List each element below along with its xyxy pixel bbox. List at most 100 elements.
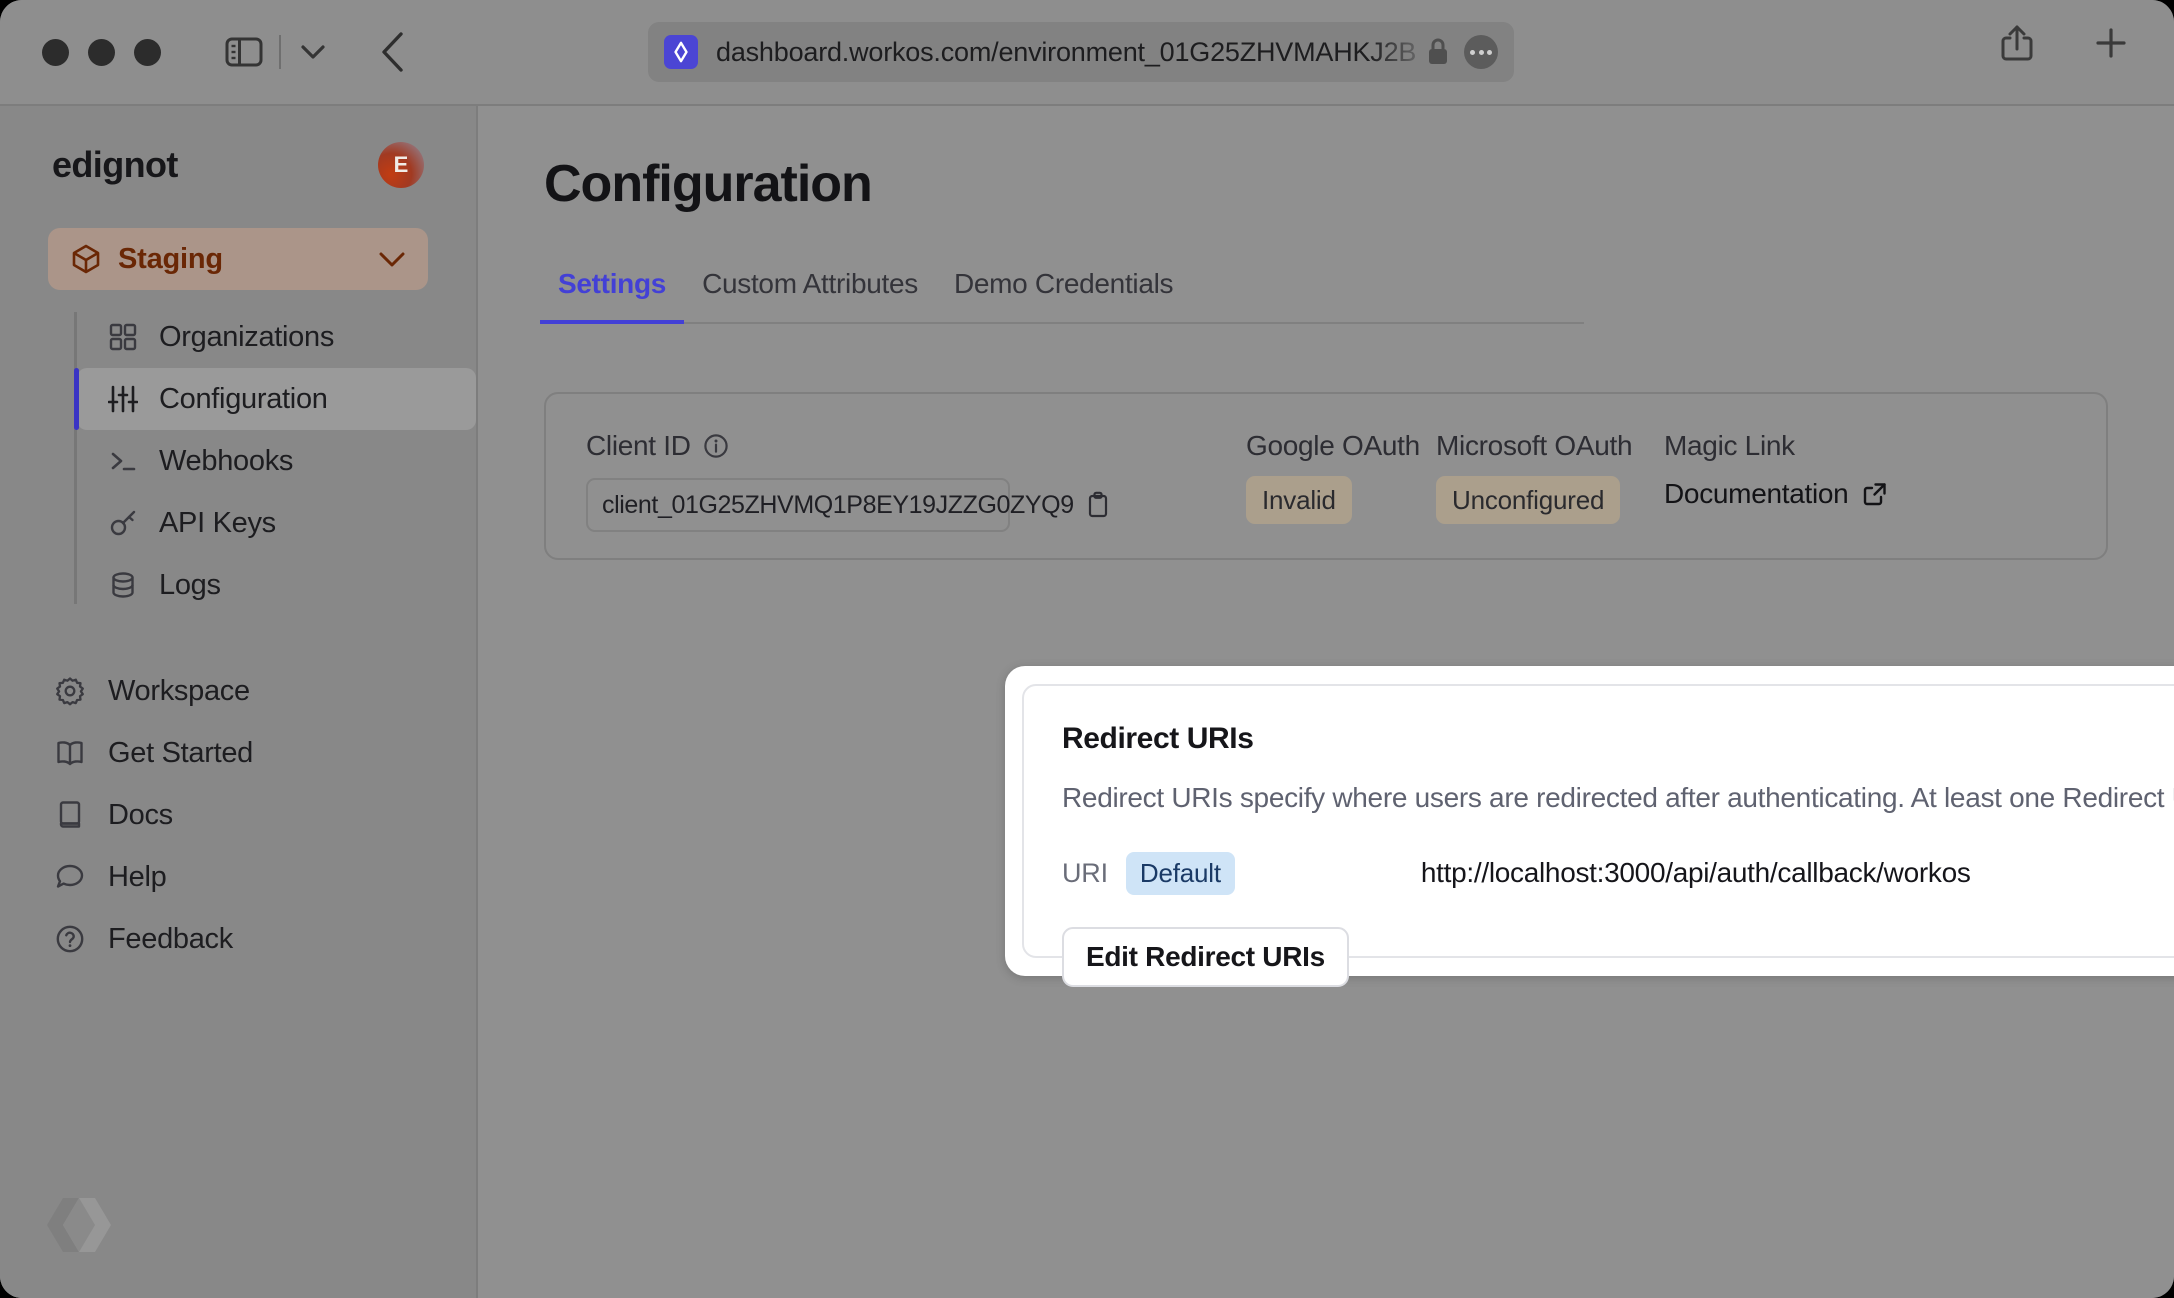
close-window-button[interactable] — [42, 39, 69, 66]
external-link-icon — [1862, 481, 1888, 507]
tab-custom-attributes[interactable]: Custom Attributes — [684, 268, 936, 322]
uri-label: URI — [1062, 858, 1108, 889]
toolbar-right-actions — [1992, 18, 2136, 68]
sidebar-item-feedback[interactable]: Feedback — [44, 908, 476, 970]
magic-link-field: Magic Link Documentation — [1664, 430, 1888, 510]
sidebar-toggle-icon[interactable] — [221, 29, 267, 75]
magic-link-label: Magic Link — [1664, 430, 1888, 462]
sidebar-item-webhooks[interactable]: Webhooks — [77, 430, 476, 492]
sidebar-item-label: Organizations — [159, 321, 334, 354]
google-oauth-field: Google OAuth Invalid — [1246, 430, 1436, 524]
share-icon[interactable] — [1992, 18, 2042, 68]
browser-window: dashboard.workos.com/environment_01G25ZH… — [0, 0, 2174, 1298]
toolbar-divider — [279, 35, 281, 69]
sidebar-item-label: Feedback — [108, 923, 233, 956]
client-id-label-row: Client ID — [586, 430, 1246, 462]
chevron-down-icon — [378, 251, 406, 268]
sidebar-toggle-group — [221, 29, 333, 75]
google-oauth-status-badge: Invalid — [1246, 476, 1352, 524]
sidebar-item-label: Help — [108, 861, 166, 894]
database-icon — [107, 569, 139, 601]
magic-link-documentation-link[interactable]: Documentation — [1664, 478, 1888, 510]
terminal-icon — [107, 445, 139, 477]
tab-label: Custom Attributes — [702, 268, 918, 299]
sidebar: edignot E Staging — [0, 104, 478, 1298]
clipboard-icon[interactable] — [1086, 491, 1110, 519]
sidebar-item-configuration[interactable]: Configuration — [77, 368, 476, 430]
microsoft-oauth-field: Microsoft OAuth Unconfigured — [1436, 430, 1664, 524]
tab-demo-credentials[interactable]: Demo Credentials — [936, 268, 1191, 322]
zoom-window-button[interactable] — [134, 39, 161, 66]
chat-bubble-icon — [54, 861, 86, 893]
edit-redirect-uris-button[interactable]: Edit Redirect URIs — [1062, 927, 1349, 987]
uri-default-badge: Default — [1126, 852, 1235, 895]
page-content: edignot E Staging — [0, 104, 2174, 1298]
sidebar-item-docs[interactable]: Docs — [44, 784, 476, 846]
sidebar-item-help[interactable]: Help — [44, 846, 476, 908]
client-id-value: client_01G25ZHVMQ1P8EY19JZZG0ZYQ9 — [602, 491, 1074, 520]
chevron-down-icon[interactable] — [293, 32, 333, 72]
documentation-label: Documentation — [1664, 478, 1848, 510]
info-icon[interactable] — [703, 433, 729, 459]
lock-icon — [1426, 37, 1450, 67]
main-content: Configuration Settings Custom Attributes… — [478, 104, 2174, 1298]
key-icon — [107, 507, 139, 539]
question-circle-icon — [54, 923, 86, 955]
more-dot — [1487, 50, 1492, 55]
more-dot — [1479, 50, 1484, 55]
minimize-window-button[interactable] — [88, 39, 115, 66]
client-id-field: Client ID client_01G25ZHVMQ1P8EY19JZZG0Z… — [586, 430, 1246, 532]
sidebar-item-label: Webhooks — [159, 445, 293, 478]
sidebar-item-get-started[interactable]: Get Started — [44, 722, 476, 784]
workos-logo-icon — [46, 1194, 112, 1256]
environment-selector[interactable]: Staging — [48, 228, 428, 290]
more-dot — [1470, 50, 1475, 55]
gear-icon — [54, 675, 86, 707]
sliders-icon — [107, 383, 139, 415]
google-oauth-label: Google OAuth — [1246, 430, 1436, 462]
redirect-uri-row: URI Default http://localhost:3000/api/au… — [1062, 852, 2174, 895]
workspace-header[interactable]: edignot E — [52, 142, 424, 188]
tab-settings[interactable]: Settings — [540, 268, 684, 322]
workspace-name: edignot — [52, 144, 178, 186]
redirect-uris-description: Redirect URIs specify where users are re… — [1062, 778, 2174, 818]
redirect-uris-title: Redirect URIs — [1062, 722, 2174, 756]
sidebar-item-label: Workspace — [108, 675, 250, 708]
sidebar-item-label: Configuration — [159, 383, 328, 416]
sidebar-item-label: Get Started — [108, 737, 253, 770]
sidebar-primary-nav: Organizations Configuration — [74, 306, 476, 616]
address-bar[interactable]: dashboard.workos.com/environment_01G25ZH… — [648, 22, 1514, 82]
microsoft-oauth-status-badge: Unconfigured — [1436, 476, 1620, 524]
redirect-uris-highlight-ring: Redirect URIs Redirect URIs specify wher… — [1005, 666, 2174, 976]
grid-icon — [107, 321, 139, 353]
tab-label: Demo Credentials — [954, 268, 1173, 299]
tab-bar: Settings Custom Attributes Demo Credenti… — [544, 268, 1584, 324]
address-bar-url: dashboard.workos.com/environment_01G25ZH… — [716, 37, 1426, 68]
avatar[interactable]: E — [378, 142, 424, 188]
sidebar-item-logs[interactable]: Logs — [77, 554, 476, 616]
tab-label: Settings — [558, 268, 666, 299]
microsoft-oauth-label: Microsoft OAuth — [1436, 430, 1664, 462]
environment-name: Staging — [118, 243, 362, 276]
sidebar-item-organizations[interactable]: Organizations — [77, 306, 476, 368]
site-menu-button[interactable] — [1464, 35, 1498, 69]
site-favicon-icon — [664, 35, 698, 69]
client-id-label: Client ID — [586, 430, 691, 462]
open-book-icon — [54, 737, 86, 769]
redirect-uris-card: Redirect URIs Redirect URIs specify wher… — [1022, 684, 2174, 958]
client-id-value-box[interactable]: client_01G25ZHVMQ1P8EY19JZZG0ZYQ9 — [586, 478, 1010, 532]
client-id-card: Client ID client_01G25ZHVMQ1P8EY19JZZG0Z… — [544, 392, 2108, 560]
sidebar-secondary-nav: Workspace Get Started — [44, 660, 476, 970]
sidebar-item-label: API Keys — [159, 507, 276, 540]
cube-icon — [70, 243, 102, 275]
window-traffic-lights — [42, 39, 161, 66]
sidebar-item-api-keys[interactable]: API Keys — [77, 492, 476, 554]
sidebar-item-workspace[interactable]: Workspace — [44, 660, 476, 722]
sidebar-item-label: Docs — [108, 799, 173, 832]
uri-value: http://localhost:3000/api/auth/callback/… — [1421, 857, 1971, 889]
book-icon — [54, 799, 86, 831]
page-title: Configuration — [544, 154, 2174, 214]
new-tab-icon[interactable] — [2086, 18, 2136, 68]
sidebar-item-label: Logs — [159, 569, 221, 602]
back-button[interactable] — [369, 28, 417, 76]
